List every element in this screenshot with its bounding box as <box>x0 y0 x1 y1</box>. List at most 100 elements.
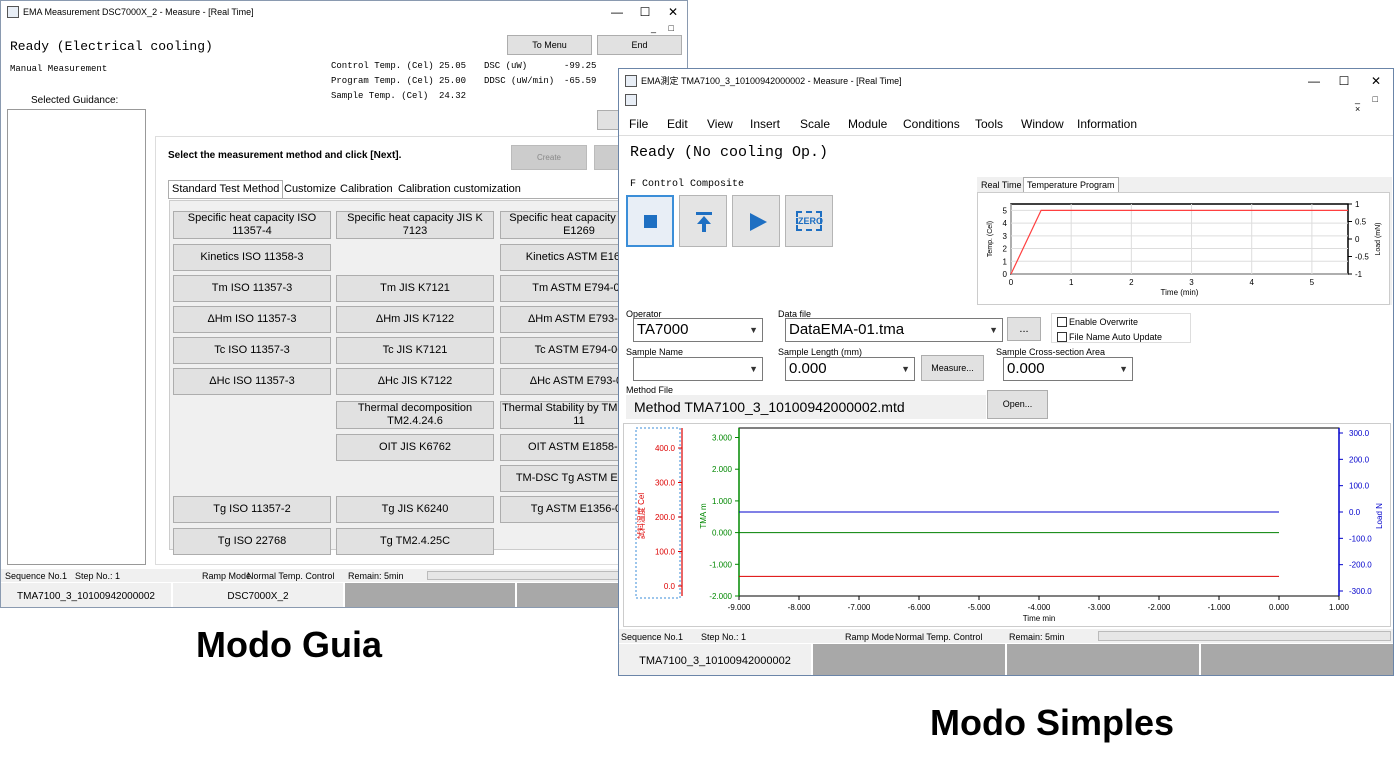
tab-temperature-program[interactable]: Temperature Program <box>1023 177 1119 192</box>
to-menu-button[interactable]: To Menu <box>507 35 592 55</box>
guidance-label: Selected Guidance: <box>31 95 119 106</box>
chevron-down-icon: ▼ <box>989 325 998 335</box>
method-button[interactable]: Kinetics ISO 11358-3 <box>173 244 331 271</box>
x-tick-label: 4 <box>1249 278 1254 287</box>
datafile-combo[interactable]: DataEMA-01.tma ▼ <box>785 318 1003 342</box>
y-tick-label: 2.000 <box>712 465 733 474</box>
create-button[interactable]: Create <box>511 145 587 170</box>
task-tab-empty <box>813 644 1007 675</box>
realtime-measurement-chart: -9.000 -8.000 -7.000 -6.000 -5.000 -4.000 -3.0… <box>635 427 1384 623</box>
method-file-value: Method TMA7100_3_10100942000002.mtd <box>626 395 986 419</box>
reading-label: Sample Temp. (Cel) <box>331 91 429 101</box>
x-tick-label: 3 <box>1189 278 1194 287</box>
method-button[interactable]: Tm ISO 11357-3 <box>173 275 331 302</box>
sample-length-combo[interactable]: 0.000 ▼ <box>785 357 915 381</box>
method-button[interactable]: Specific heat capacity JIS K 7123 <box>336 211 494 239</box>
enable-overwrite-checkbox[interactable] <box>1057 317 1067 327</box>
method-button[interactable]: Tm JIS K7121 <box>336 275 494 302</box>
method-file-label: Method File <box>626 385 674 395</box>
tab-calibration-customization[interactable]: Calibration customization <box>394 180 525 198</box>
x-tick-label: -5.000 <box>968 603 991 612</box>
maximize-icon[interactable]: ☐ <box>1330 69 1358 93</box>
ramp-mode-value: Normal Temp. Control <box>247 571 335 581</box>
reading-label: Program Temp. (Cel) <box>331 76 434 86</box>
menu-conditions[interactable]: Conditions <box>903 112 960 136</box>
end-button[interactable]: End <box>597 35 682 55</box>
menu-scale[interactable]: Scale <box>800 112 830 136</box>
y-tick-label: 3.000 <box>712 434 733 443</box>
auto-update-checkbox[interactable] <box>1057 332 1067 342</box>
guide-status-bar: Sequence No.1 Step No.: 1 Ramp Mode Norm… <box>1 569 687 582</box>
menu-tools[interactable]: Tools <box>975 112 1003 136</box>
menu-insert[interactable]: Insert <box>750 112 780 136</box>
method-button[interactable]: Tc ISO 11357-3 <box>173 337 331 364</box>
maximize-icon[interactable]: ☐ <box>631 1 659 23</box>
menu-edit[interactable]: Edit <box>667 112 688 136</box>
method-button[interactable]: Tg TM2.4.25C <box>336 528 494 555</box>
menu-view[interactable]: View <box>707 112 733 136</box>
open-button[interactable]: Open... <box>987 390 1048 419</box>
reading-value: 25.00 <box>439 76 467 86</box>
task-tab[interactable]: TMA7100_3_10100942000002 <box>619 644 813 675</box>
stop-button[interactable] <box>626 195 674 247</box>
chevron-down-icon: ▼ <box>901 364 910 374</box>
method-button[interactable]: Tg JIS K6240 <box>336 496 494 523</box>
y3-tick-label: 300.0 <box>655 479 676 488</box>
y-tick-label: 1.000 <box>712 497 733 506</box>
x-tick-label: 2 <box>1129 278 1134 287</box>
y2-tick-label: 1 <box>1355 200 1360 209</box>
x-tick-label: -1.000 <box>1208 603 1231 612</box>
sequence-text: Sequence No.1 <box>5 571 68 581</box>
close-icon[interactable]: ✕ <box>1362 69 1390 93</box>
zero-button[interactable]: ZERO <box>785 195 833 247</box>
browse-button[interactable]: ... <box>1007 317 1041 341</box>
y2-axis-label: Load N <box>1375 503 1384 529</box>
mdi-controls[interactable]: _ □ × <box>1355 94 1393 114</box>
close-icon[interactable]: ✕ <box>659 1 687 23</box>
reading-value: -65.59 <box>564 76 597 86</box>
guidance-panel <box>7 109 146 565</box>
app-icon <box>625 75 637 87</box>
method-button[interactable]: ΔHc JIS K7122 <box>336 368 494 395</box>
x-axis-label: Time min <box>1023 614 1056 623</box>
menu-information[interactable]: Information <box>1077 112 1137 136</box>
y3-axis-label: 試料温度 Cel <box>636 493 646 539</box>
method-button[interactable]: Specific heat capacity ISO 11357-4 <box>173 211 331 239</box>
method-button[interactable]: Tc JIS K7121 <box>336 337 494 364</box>
cross-section-combo[interactable]: 0.000 ▼ <box>1003 357 1133 381</box>
y2-tick-label: -200.0 <box>1349 561 1372 570</box>
minimize-icon[interactable]: — <box>1300 69 1328 93</box>
task-tab[interactable]: TMA7100_3_10100942000002 <box>1 583 173 607</box>
sample-name-combo[interactable]: ▼ <box>633 357 763 381</box>
menu-window[interactable]: Window <box>1021 112 1064 136</box>
tab-customize[interactable]: Customize <box>280 180 340 198</box>
method-button[interactable]: Tg ISO 22768 <box>173 528 331 555</box>
tab-calibration[interactable]: Calibration <box>336 180 397 198</box>
x-axis-label: Time (min) <box>1161 288 1199 297</box>
guide-title-bar: EMA Measurement DSC7000X_2 - Measure - [… <box>1 1 687 23</box>
method-button[interactable]: Thermal decomposition TM2.4.24.6 <box>336 401 494 429</box>
menu-file[interactable]: File <box>629 112 648 136</box>
simple-title-bar: EMA測定 TMA7100_3_10100942000002 - Measure… <box>619 69 1393 93</box>
method-button[interactable]: ΔHm JIS K7122 <box>336 306 494 333</box>
reading-value: 25.05 <box>439 61 467 71</box>
method-button[interactable]: OIT JIS K6762 <box>336 434 494 461</box>
y2-tick-label: 100.0 <box>1349 482 1370 491</box>
method-button[interactable]: ΔHm ISO 11357-3 <box>173 306 331 333</box>
x-tick-label: -6.000 <box>908 603 931 612</box>
menu-module[interactable]: Module <box>848 112 887 136</box>
method-button[interactable]: Tg ISO 11357-2 <box>173 496 331 523</box>
tab-standard-test-method[interactable]: Standard Test Method <box>168 180 284 198</box>
sample-name-label: Sample Name <box>626 347 684 357</box>
lift-button[interactable] <box>679 195 727 247</box>
task-tab[interactable]: DSC7000X_2 <box>173 583 345 607</box>
measure-button[interactable]: Measure... <box>921 355 984 381</box>
y2-tick-label: 300.0 <box>1349 429 1370 438</box>
start-button[interactable] <box>732 195 780 247</box>
ramp-mode-label: Ramp Mode <box>845 632 895 642</box>
x-tick-label: 0 <box>1009 278 1014 287</box>
method-button[interactable]: ΔHc ISO 11357-3 <box>173 368 331 395</box>
minimize-icon[interactable]: — <box>603 1 631 23</box>
tab-real-time[interactable]: Real Time <box>977 177 1026 192</box>
operator-combo[interactable]: TA7000 ▼ <box>633 318 763 342</box>
